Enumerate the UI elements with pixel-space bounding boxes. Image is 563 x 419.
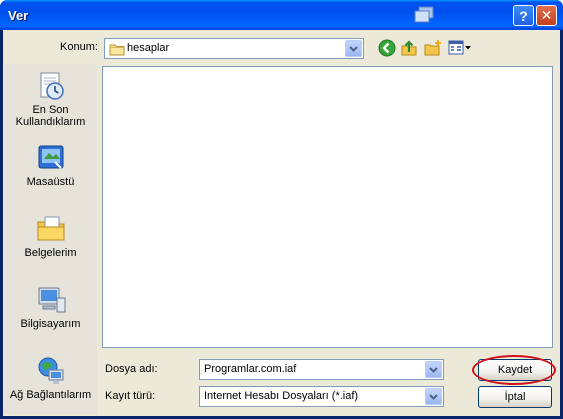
place-network[interactable]: Ağ Bağlantılarım xyxy=(4,355,97,401)
filetype-value: Internet Hesabı Dosyaları (*.iaf) xyxy=(204,390,359,402)
desktop-icon xyxy=(38,145,63,169)
place-documents[interactable]: Belgelerim xyxy=(4,213,97,259)
place-label-recent: En Son Kullandıklarım xyxy=(15,104,86,128)
save-button[interactable]: Kaydet xyxy=(478,359,552,381)
chevron-down-icon xyxy=(429,366,438,373)
place-computer[interactable]: Bilgisayarım xyxy=(4,284,97,330)
up-folder-icon[interactable] xyxy=(399,38,419,58)
filename-dropdown-button[interactable] xyxy=(425,361,442,378)
location-dropdown-button[interactable] xyxy=(345,40,362,57)
chevron-down-icon xyxy=(349,45,358,52)
network-places-icon xyxy=(38,357,63,384)
location-value: hesaplar xyxy=(127,42,170,54)
cancel-button[interactable]: İptal xyxy=(478,386,552,408)
my-documents-icon xyxy=(37,216,64,241)
folder-icon xyxy=(109,44,125,56)
filename-input[interactable]: Programlar.com.iaf xyxy=(199,359,444,380)
cancel-button-label: İptal xyxy=(504,391,526,403)
place-recent[interactable]: En Son Kullandıklarım xyxy=(4,70,97,128)
filetype-select[interactable]: Internet Hesabı Dosyaları (*.iaf) xyxy=(199,386,444,407)
views-menu-icon[interactable] xyxy=(448,38,472,58)
filetype-label: Kayıt türü: xyxy=(105,390,156,402)
save-button-label: Kaydet xyxy=(497,364,533,376)
place-label-computer: Bilgisayarım xyxy=(20,318,81,330)
location-label: Konum: xyxy=(60,41,98,53)
location-combo[interactable]: hesaplar xyxy=(104,38,364,59)
filename-value: Programlar.com.iaf xyxy=(204,363,297,375)
new-folder-icon[interactable] xyxy=(423,38,443,58)
window-stack-icon xyxy=(414,6,434,23)
chevron-down-icon xyxy=(429,393,438,400)
place-label-desktop: Masaüstü xyxy=(26,176,75,188)
place-desktop[interactable]: Masaüstü xyxy=(4,142,97,188)
help-button[interactable]: ? xyxy=(513,5,534,26)
place-label-documents: Belgelerim xyxy=(24,247,77,259)
places-bar: En Son Kullandıklarım Masaüstü Belgeleri… xyxy=(4,64,97,414)
recent-documents-icon xyxy=(40,72,64,100)
filename-label: Dosya adı: xyxy=(105,363,158,375)
close-button[interactable]: ✕ xyxy=(536,5,557,26)
title-bar[interactable]: Ver ? ✕ xyxy=(0,0,563,30)
back-icon[interactable] xyxy=(377,38,397,58)
filetype-dropdown-button[interactable] xyxy=(425,388,442,405)
dialog-body: Konum: hesaplar En Son Kullandıklarım Ma… xyxy=(3,30,560,416)
window-title: Ver xyxy=(8,8,29,23)
save-dialog-window: Ver ? ✕ Konum: hesaplar En Son Kullandık… xyxy=(0,0,563,419)
my-computer-icon xyxy=(38,287,65,313)
place-label-network: Ağ Bağlantılarım xyxy=(9,389,92,401)
file-list[interactable] xyxy=(102,66,553,348)
